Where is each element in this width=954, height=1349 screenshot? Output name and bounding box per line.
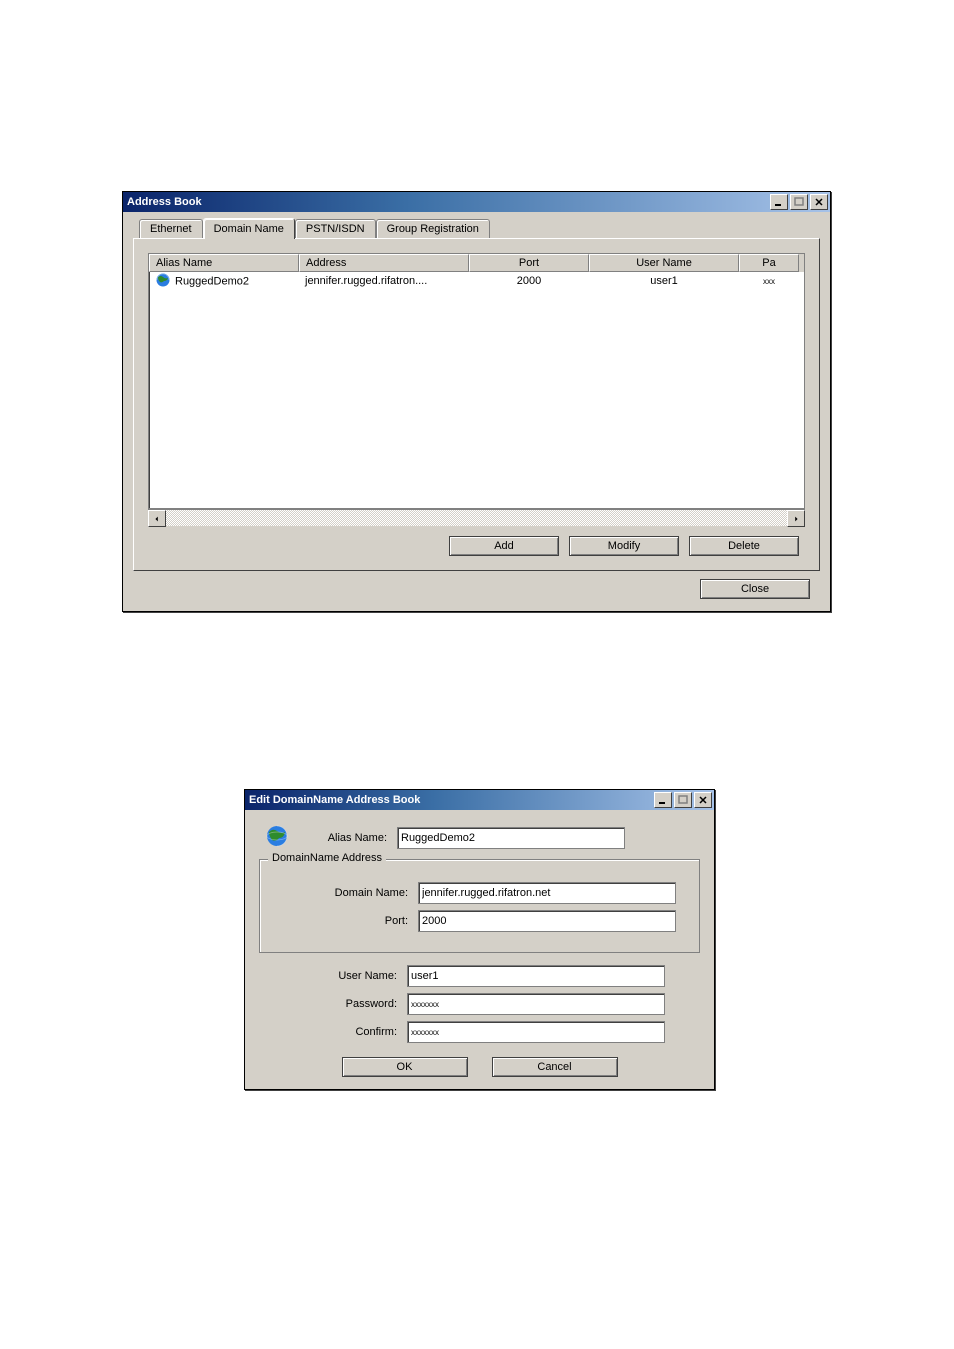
window-controls xyxy=(768,194,828,210)
close-button[interactable] xyxy=(694,792,712,808)
maximize-button[interactable] xyxy=(674,792,692,808)
scroll-track[interactable] xyxy=(166,510,787,526)
column-port[interactable]: Port xyxy=(469,254,589,272)
window-title: Address Book xyxy=(127,196,202,208)
tabs-strip: Ethernet Domain Name PSTN/ISDN Group Reg… xyxy=(139,218,830,238)
domain-input[interactable] xyxy=(418,882,676,904)
user-input[interactable] xyxy=(407,965,665,987)
minimize-button[interactable] xyxy=(770,194,788,210)
alias-label: Alias Name: xyxy=(297,832,397,844)
confirm-label: Confirm: xyxy=(267,1026,407,1038)
modify-button[interactable]: Modify xyxy=(569,536,679,556)
tab-group-registration[interactable]: Group Registration xyxy=(376,219,490,238)
footer-buttons: Close xyxy=(123,579,816,599)
alias-row: Alias Name: xyxy=(259,824,700,851)
dialog-buttons: OK Cancel xyxy=(253,1057,706,1077)
column-user-name[interactable]: User Name xyxy=(589,254,739,272)
password-row: Password: xyxy=(267,993,700,1015)
domain-row: Domain Name: xyxy=(278,882,681,904)
globe-icon xyxy=(265,824,289,851)
cell-address: jennifer.rugged.rifatron.... xyxy=(299,274,469,288)
tab-ethernet[interactable]: Ethernet xyxy=(139,219,203,238)
edit-domainname-window: Edit DomainName Address Book xyxy=(244,789,715,1090)
confirm-row: Confirm: xyxy=(267,1021,700,1043)
scroll-left-button[interactable] xyxy=(148,510,166,527)
listview-headers: Alias Name Address Port User Name Pa xyxy=(149,254,804,272)
port-label: Port: xyxy=(278,915,418,927)
alias-input[interactable] xyxy=(397,827,625,849)
horizontal-scrollbar[interactable] xyxy=(148,509,805,526)
titlebar[interactable]: Edit DomainName Address Book xyxy=(245,790,714,810)
list-row[interactable]: RuggedDemo2 jennifer.rugged.rifatron....… xyxy=(149,272,804,290)
close-dialog-button[interactable]: Close xyxy=(700,579,810,599)
maximize-button[interactable] xyxy=(790,194,808,210)
address-book-window: Address Book Ethernet Domain Name PSTN/I… xyxy=(122,191,831,612)
address-listview[interactable]: Alias Name Address Port User Name Pa xyxy=(148,253,805,509)
port-input[interactable] xyxy=(418,910,676,932)
window-title: Edit DomainName Address Book xyxy=(249,794,420,806)
user-row: User Name: xyxy=(267,965,700,987)
cell-pass: xxx xyxy=(739,276,799,287)
column-password[interactable]: Pa xyxy=(739,254,799,272)
scroll-right-button[interactable] xyxy=(787,510,805,527)
client-area: Alias Name: DomainName Address Domain Na… xyxy=(245,810,714,1089)
globe-icon xyxy=(155,272,171,291)
tab-domain-name[interactable]: Domain Name xyxy=(203,218,295,239)
window-controls xyxy=(652,792,712,808)
cell-alias-text: RuggedDemo2 xyxy=(175,275,249,287)
port-row: Port: xyxy=(278,910,681,932)
confirm-input[interactable] xyxy=(407,1021,665,1043)
cell-port: 2000 xyxy=(469,274,589,288)
tab-pstn-isdn[interactable]: PSTN/ISDN xyxy=(295,219,376,238)
password-label: Password: xyxy=(267,998,407,1010)
groupbox-title: DomainName Address xyxy=(268,852,386,864)
minimize-button[interactable] xyxy=(654,792,672,808)
client-area: Ethernet Domain Name PSTN/ISDN Group Reg… xyxy=(123,218,830,599)
user-label: User Name: xyxy=(267,970,407,982)
add-button[interactable]: Add xyxy=(449,536,559,556)
domainname-groupbox: DomainName Address Domain Name: Port: xyxy=(259,859,700,953)
column-address[interactable]: Address xyxy=(299,254,469,272)
column-alias-name[interactable]: Alias Name xyxy=(149,254,299,272)
cell-alias: RuggedDemo2 xyxy=(149,271,299,292)
ok-button[interactable]: OK xyxy=(342,1057,468,1077)
tab-page: Alias Name Address Port User Name Pa xyxy=(133,238,820,571)
password-input[interactable] xyxy=(407,993,665,1015)
delete-button[interactable]: Delete xyxy=(689,536,799,556)
cell-user: user1 xyxy=(589,274,739,288)
cancel-button[interactable]: Cancel xyxy=(492,1057,618,1077)
domain-label: Domain Name: xyxy=(278,887,418,899)
close-button[interactable] xyxy=(810,194,828,210)
titlebar[interactable]: Address Book xyxy=(123,192,830,212)
action-buttons: Add Modify Delete xyxy=(148,536,805,556)
